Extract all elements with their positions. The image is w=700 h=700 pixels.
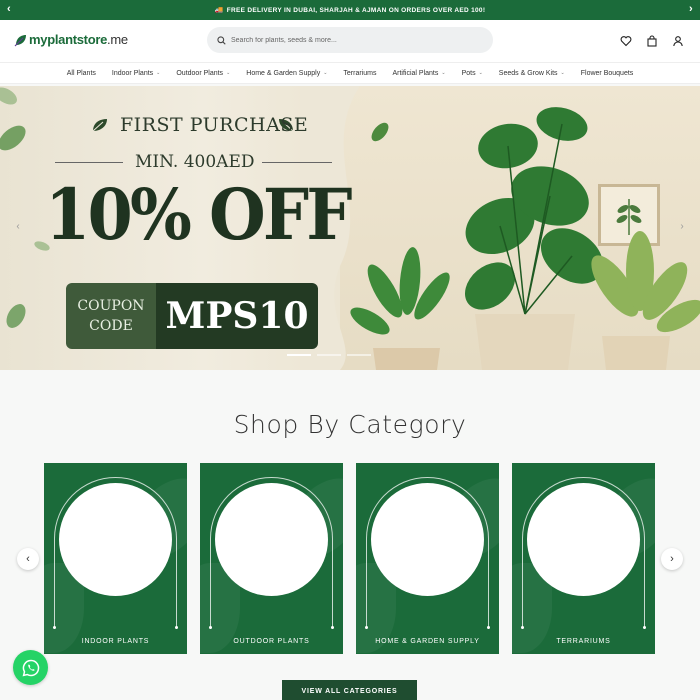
nav-item-label: Indoor Plants xyxy=(111,69,154,77)
nav-item-terrariums[interactable]: Terrariums xyxy=(335,70,384,77)
coupon-label: COUPON CODE xyxy=(66,283,156,349)
chevron-down-icon: ⌄ xyxy=(226,70,231,76)
nav-item-home-garden-supply[interactable]: Home & Garden Supply ⌄ xyxy=(238,70,335,77)
card-dot xyxy=(175,626,178,629)
truck-icon: 🚚 xyxy=(214,7,224,14)
nav-item-flower-bouquets[interactable]: Flower Bouquets xyxy=(573,70,642,77)
site-logo[interactable]: myplantstore.me xyxy=(14,32,128,47)
chevron-down-icon: ⌄ xyxy=(478,70,483,76)
card-dot xyxy=(643,626,646,629)
card-dot xyxy=(209,626,212,629)
leaf-left-icon xyxy=(92,119,107,132)
nav-item-label: Artificial Plants xyxy=(392,69,439,77)
card-dot xyxy=(53,626,56,629)
coupon-code: MPS10 xyxy=(156,283,318,349)
search-icon[interactable] xyxy=(217,35,226,45)
nav-item-label: Flower Bouquets xyxy=(580,69,634,77)
section-title: Shop By Category xyxy=(233,410,467,439)
hero-rule-right xyxy=(262,162,332,163)
carousel-prev-button[interactable]: ‹ xyxy=(17,548,39,570)
nav-item-seeds-grow-kits[interactable]: Seeds & Grow Kits ⌄ xyxy=(491,70,573,77)
category-carousel: INDOOR PLANTS OUTDOOR PLANTS HOME & GARDEN… xyxy=(44,463,655,654)
category-card[interactable]: INDOOR PLANTS xyxy=(44,463,187,654)
card-dot xyxy=(487,626,490,629)
nav-item-label: Terrariums xyxy=(343,69,377,77)
category-image[interactable] xyxy=(215,483,328,596)
hero-slide-dots xyxy=(287,354,371,356)
leaf-logo-icon xyxy=(14,34,26,46)
chevron-down-icon: ⌄ xyxy=(156,70,161,76)
slide-dot-2[interactable] xyxy=(317,354,341,356)
chevron-down-icon: ⌄ xyxy=(323,70,328,76)
nav-item-all-plants[interactable]: All Plants xyxy=(59,70,104,77)
hero-offer: 10% OFF xyxy=(45,173,353,256)
search-input[interactable] xyxy=(231,36,471,44)
nav-item-artificial-plants[interactable]: Artificial Plants ⌄ xyxy=(384,70,453,77)
slide-dot-3[interactable] xyxy=(347,354,371,356)
category-name: OUTDOOR PLANTS xyxy=(233,638,310,645)
logo-wordmark: myplantstore.me xyxy=(29,32,128,47)
header-icons xyxy=(620,34,684,47)
chevron-down-icon: ⌄ xyxy=(441,70,446,76)
hero-banner[interactable]: FIRST PURCHASE MIN. 400AED 10% OFF COUPO… xyxy=(0,86,700,370)
card-dot xyxy=(365,626,368,629)
hero-prev-arrow[interactable]: ‹ xyxy=(10,219,26,235)
whatsapp-icon xyxy=(22,659,39,676)
announcement-bar: ‹ 🚚 FREE DELIVERY IN DUBAI, SHARJAH & AJ… xyxy=(0,0,700,20)
coupon-box: COUPON CODE MPS10 xyxy=(66,283,318,349)
category-card[interactable]: OUTDOOR PLANTS xyxy=(200,463,343,654)
hero-next-arrow[interactable]: › xyxy=(674,219,690,235)
category-name: HOME & GARDEN SUPPLY xyxy=(375,638,480,645)
whatsapp-chat-button[interactable] xyxy=(13,650,48,685)
category-image[interactable] xyxy=(371,483,484,596)
search-bar[interactable] xyxy=(207,27,493,53)
category-image[interactable] xyxy=(59,483,172,596)
category-card[interactable]: TERRARIUMS xyxy=(512,463,655,654)
nav-item-outdoor-plants[interactable]: Outdoor Plants ⌄ xyxy=(168,70,238,77)
nav-item-label: Home & Garden Supply xyxy=(246,69,321,77)
view-all-categories-button[interactable]: VIEW ALL CATEGORIES xyxy=(282,680,417,700)
site-header: myplantstore.me xyxy=(0,20,700,62)
category-name: TERRARIUMS xyxy=(556,638,611,645)
category-image[interactable] xyxy=(527,483,640,596)
carousel-next-button[interactable]: › xyxy=(661,548,683,570)
slide-dot-1[interactable] xyxy=(287,354,311,356)
card-dot xyxy=(521,626,524,629)
user-icon[interactable] xyxy=(672,34,684,47)
hero-min-purchase: MIN. 400AED xyxy=(135,152,255,172)
chevron-down-icon: ⌄ xyxy=(560,70,565,76)
announcement-next-arrow[interactable]: › xyxy=(689,3,693,15)
main-nav: All Plants Indoor Plants ⌄ Outdoor Plants ⌄ H… xyxy=(0,62,700,84)
bag-icon[interactable] xyxy=(646,34,658,47)
card-dot xyxy=(331,626,334,629)
hero-rule-left xyxy=(55,162,123,163)
hero-headline: FIRST PURCHASE xyxy=(120,114,309,136)
heart-icon[interactable] xyxy=(620,34,632,47)
nav-item-label: All Plants xyxy=(66,69,96,77)
announcement-text: FREE DELIVERY IN DUBAI, SHARJAH & AJMAN … xyxy=(226,6,486,14)
nav-item-label: Pots xyxy=(461,69,476,77)
nav-item-indoor-plants[interactable]: Indoor Plants ⌄ xyxy=(104,70,168,77)
nav-item-label: Seeds & Grow Kits xyxy=(498,69,558,77)
announcement-prev-arrow[interactable]: ‹ xyxy=(7,3,11,15)
nav-item-label: Outdoor Plants xyxy=(176,69,224,77)
nav-item-pots[interactable]: Pots ⌄ xyxy=(454,70,491,77)
category-name: INDOOR PLANTS xyxy=(81,638,150,645)
category-card[interactable]: HOME & GARDEN SUPPLY xyxy=(356,463,499,654)
